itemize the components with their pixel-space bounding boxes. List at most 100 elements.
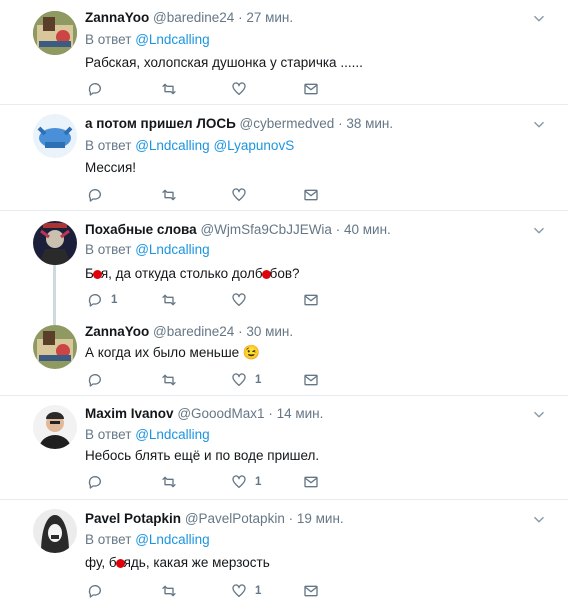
chevron-down-icon[interactable] [532, 118, 546, 132]
reply-to-link[interactable]: @Lndcalling [135, 427, 210, 442]
user-handle[interactable]: @GooodMax1 [177, 406, 264, 421]
tweet[interactable]: ZannaYoo @baredine24 · 30 мин. А когда и… [0, 318, 568, 396]
like-button[interactable] [231, 186, 255, 204]
retweet-icon [161, 292, 177, 308]
tweet-text-part: А когда их было меньше [85, 345, 240, 360]
reply-button[interactable] [87, 473, 111, 491]
display-name[interactable]: ZannaYoo [85, 10, 149, 25]
user-handle[interactable]: @baredine24 [153, 324, 234, 339]
tweet-actions: 1 [85, 473, 345, 491]
separator-dot: · [288, 511, 294, 526]
user-handle[interactable]: @baredine24 [153, 10, 234, 25]
direct-message-button[interactable] [303, 186, 319, 204]
retweet-icon [161, 474, 177, 490]
tweet-text: Бя, да откуда столько долб бов? [85, 266, 300, 281]
reply-to-link[interactable]: @Lndcalling @LyapunovS [135, 138, 294, 153]
direct-message-button[interactable] [303, 582, 319, 600]
like-count: 1 [255, 374, 262, 386]
wink-emoji: 😉 [242, 344, 261, 360]
like-button[interactable] [231, 291, 255, 309]
reply-button[interactable] [87, 582, 111, 600]
like-button[interactable] [231, 80, 255, 98]
envelope-icon [303, 372, 319, 388]
like-button[interactable]: 1 [231, 582, 261, 600]
avatar[interactable] [33, 405, 77, 449]
like-count: 1 [255, 585, 262, 597]
chevron-down-icon[interactable] [532, 224, 546, 238]
tweet-text-part: ядь, какая же мерзость [123, 555, 270, 570]
reply-count: 1 [111, 294, 118, 306]
tweet[interactable]: Maxim Ivanov @GooodMax1 · 14 мин. В отве… [0, 396, 568, 500]
envelope-icon [303, 187, 319, 203]
avatar[interactable] [33, 325, 77, 369]
timestamp[interactable]: 30 мин. [246, 324, 293, 339]
envelope-icon [303, 292, 319, 308]
retweet-button[interactable] [161, 291, 185, 309]
reply-button[interactable] [87, 371, 111, 389]
timestamp[interactable]: 38 мин. [346, 116, 393, 131]
reply-button[interactable] [87, 80, 111, 98]
user-handle[interactable]: @PavelPotapkin [185, 511, 285, 526]
reply-to-link[interactable]: @Lndcalling [135, 242, 210, 257]
display-name[interactable]: а потом пришел ЛОСЬ [85, 116, 236, 131]
retweet-button[interactable] [161, 473, 185, 491]
tweet-text-part: фу, б [85, 555, 117, 570]
tweet-actions [85, 186, 345, 204]
reply-to-link[interactable]: @Lndcalling [135, 32, 210, 47]
tweet-actions: 1 [85, 371, 345, 389]
tweet[interactable]: ZannaYoo @baredine24 · 27 мин. В ответ @… [0, 0, 568, 105]
chevron-down-icon[interactable] [532, 408, 546, 422]
tweet[interactable]: Похабные слова @WjmSfa9CbJJEWia · 40 мин… [0, 211, 568, 318]
tweet-text: А когда их было меньше 😉 [85, 344, 260, 361]
reply-prefix: В ответ [85, 32, 132, 47]
tweet[interactable]: Pavel Potapkin @PavelPotapkin · 19 мин. … [0, 500, 568, 610]
reply-to-link[interactable]: @Lndcalling [135, 532, 210, 547]
direct-message-button[interactable] [303, 80, 319, 98]
display-name[interactable]: Похабные слова [85, 222, 197, 237]
reply-prefix: В ответ [85, 138, 132, 153]
reply-icon [87, 583, 103, 599]
like-button[interactable]: 1 [231, 473, 261, 491]
tweet-actions: 1 [85, 291, 345, 309]
user-handle[interactable]: @WjmSfa9CbJJEWia [200, 222, 331, 237]
tweet-text: Небось блять ещё и по воде пришел. [85, 448, 320, 463]
direct-message-button[interactable] [303, 371, 319, 389]
display-name[interactable]: ZannaYoo [85, 324, 149, 339]
tweet[interactable]: а потом пришел ЛОСЬ @cybermedved · 38 ми… [0, 105, 568, 211]
timestamp[interactable]: 27 мин. [246, 10, 293, 25]
chevron-down-icon[interactable] [532, 513, 546, 527]
avatar[interactable] [33, 114, 77, 158]
like-button[interactable]: 1 [231, 371, 261, 389]
envelope-icon [303, 583, 319, 599]
retweet-button[interactable] [161, 186, 185, 204]
heart-icon [231, 81, 247, 97]
timestamp[interactable]: 19 мин. [297, 511, 344, 526]
direct-message-button[interactable] [303, 473, 319, 491]
avatar[interactable] [33, 221, 77, 265]
reply-icon [87, 474, 103, 490]
tweet-text-part: я, да откуда столько долб [100, 266, 263, 281]
direct-message-button[interactable] [303, 291, 319, 309]
retweet-button[interactable] [161, 371, 185, 389]
reply-button[interactable]: 1 [87, 291, 117, 309]
heart-icon [231, 292, 247, 308]
heart-icon [231, 187, 247, 203]
avatar[interactable] [33, 509, 77, 553]
reply-icon [87, 81, 103, 97]
timestamp[interactable]: 14 мин. [277, 406, 324, 421]
avatar[interactable] [33, 11, 77, 55]
tweet-text: фу, б ядь, какая же мерзость [85, 555, 270, 570]
reply-prefix: В ответ [85, 242, 132, 257]
heart-icon [231, 372, 247, 388]
reply-button[interactable] [87, 186, 111, 204]
retweet-button[interactable] [161, 582, 185, 600]
retweet-icon [161, 372, 177, 388]
user-handle[interactable]: @cybermedved [240, 116, 335, 131]
chevron-down-icon[interactable] [532, 12, 546, 26]
timestamp[interactable]: 40 мин. [344, 222, 391, 237]
separator-dot: · [335, 222, 341, 237]
display-name[interactable]: Pavel Potapkin [85, 511, 181, 526]
retweet-button[interactable] [161, 80, 185, 98]
display-name[interactable]: Maxim Ivanov [85, 406, 174, 421]
reply-icon [87, 292, 103, 308]
